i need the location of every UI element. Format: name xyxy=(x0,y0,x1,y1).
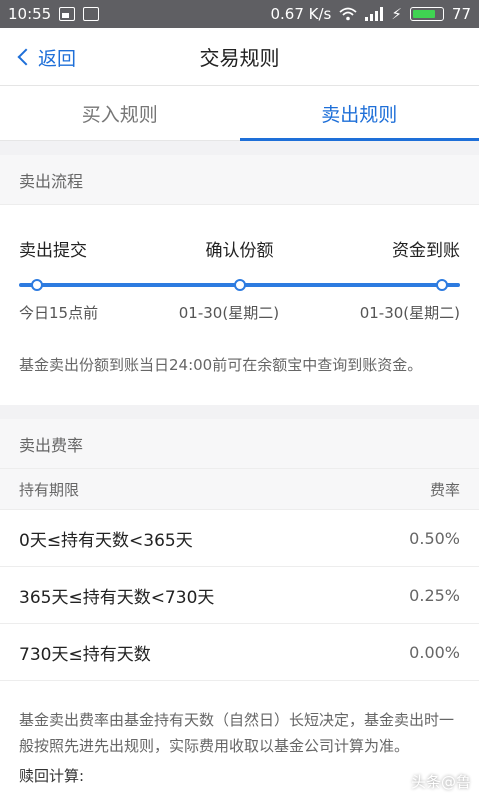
step-date-arrival: 01-30(星期二) xyxy=(359,304,460,322)
step-date-submit: 今日15点前 xyxy=(19,304,99,322)
tab-buy-rules[interactable]: 买入规则 xyxy=(0,86,240,140)
step-label-arrival: 资金到账 xyxy=(392,241,460,261)
app-notification-icon xyxy=(83,7,100,21)
sell-flow-panel: 卖出提交 确认份额 资金到账 今日15点前 01-30(星期二) 01-30(星… xyxy=(0,205,479,405)
step-date-confirm: 01-30(星期二) xyxy=(178,304,280,322)
sell-fee-heading: 卖出费率 xyxy=(0,419,479,469)
step-dot-submit xyxy=(31,279,43,291)
tab-bar: 买入规则 卖出规则 xyxy=(0,86,479,141)
sell-flow-heading: 卖出流程 xyxy=(0,155,479,205)
status-time: 10:55 xyxy=(8,5,52,23)
back-button[interactable]: 返回 xyxy=(16,28,76,86)
fee-table-header: 持有期限 费率 xyxy=(0,469,479,510)
fee-rate: 0.00% xyxy=(409,642,460,662)
holding-period: 730天≤持有天数 xyxy=(19,644,151,665)
nav-bar: 返回 交易规则 xyxy=(0,28,479,86)
fee-table: 持有期限 费率 0天≤持有天数<365天 0.50% 365天≤持有天数<730… xyxy=(0,469,479,681)
chevron-left-icon xyxy=(17,48,35,66)
tab-sell-rules[interactable]: 卖出规则 xyxy=(239,86,479,141)
page-title: 交易规则 xyxy=(199,46,280,70)
gallery-notification-icon xyxy=(59,7,76,21)
table-row: 365天≤持有天数<730天 0.25% xyxy=(0,567,479,624)
holding-period: 365天≤持有天数<730天 xyxy=(19,587,215,608)
step-dot-confirm xyxy=(234,279,246,291)
back-label: 返回 xyxy=(38,47,77,70)
fee-explanation-text: 基金卖出费率由基金持有天数（自然日）长短决定，基金卖出时一般按照先进先出规则，实… xyxy=(19,711,455,755)
step-label-confirm: 确认份额 xyxy=(205,241,274,261)
cellular-signal-icon xyxy=(365,7,384,21)
section-gap xyxy=(0,405,479,419)
fee-rate: 0.25% xyxy=(409,585,460,605)
wifi-icon xyxy=(339,7,357,21)
flow-note: 基金卖出份额到账当日24:00前可在余额宝中查询到账资金。 xyxy=(19,356,423,374)
flow-progress-track xyxy=(19,273,460,297)
step-dot-arrival xyxy=(436,279,448,291)
column-fee-rate: 费率 xyxy=(429,480,460,499)
table-row: 0天≤持有天数<365天 0.50% xyxy=(0,510,479,567)
charging-icon: ⚡ xyxy=(391,5,402,23)
fee-rate: 0.50% xyxy=(409,528,460,548)
watermark: 头条@鲁 xyxy=(385,771,471,792)
column-holding-period: 持有期限 xyxy=(19,480,80,499)
table-row: 730天≤持有天数 0.00% xyxy=(0,624,479,681)
section-gap xyxy=(0,141,479,155)
network-speed: 0.67 K/s xyxy=(270,5,332,23)
status-bar: 10:55 0.67 K/s ⚡ 77 xyxy=(0,0,479,28)
battery-icon xyxy=(409,7,444,21)
battery-level: 77 xyxy=(451,5,471,23)
holding-period: 0天≤持有天数<365天 xyxy=(19,530,193,551)
watermark-logo-icon xyxy=(385,771,406,792)
watermark-text: 头条@鲁 xyxy=(410,773,471,791)
step-label-submit: 卖出提交 xyxy=(19,241,87,261)
